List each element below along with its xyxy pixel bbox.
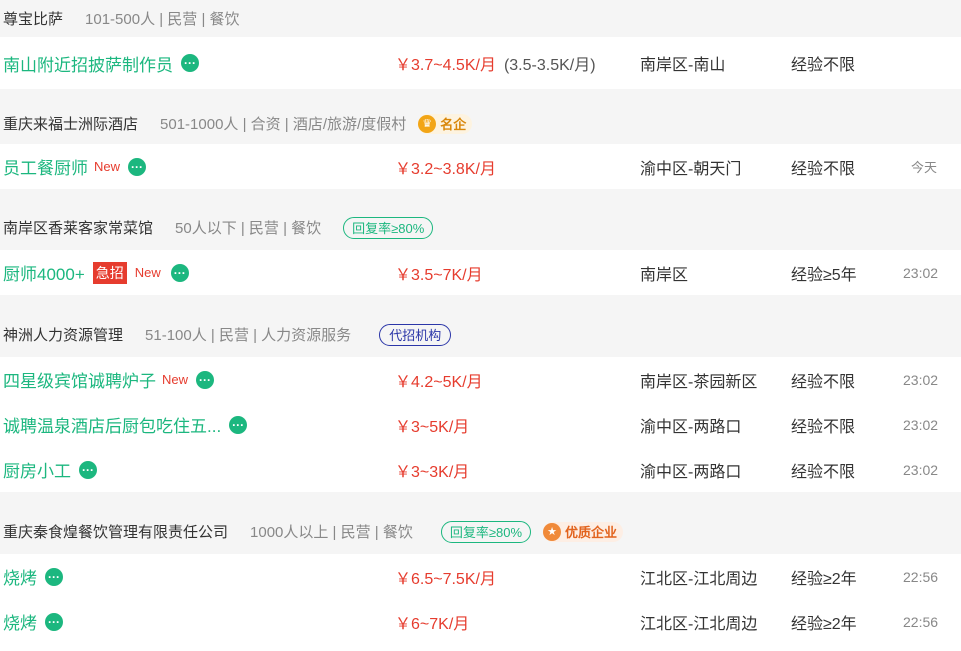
job-list: 尊宝比萨 101-500人 | 民营 | 餐饮 南山附近招披萨制作员 ··· ￥…	[0, 0, 961, 644]
quality-company-badge: ★ 优质企业	[543, 521, 624, 542]
divider	[0, 89, 961, 103]
company-info: 51-100人 | 民营 | 人力资源服务	[145, 327, 352, 344]
company-header: 南岸区香莱客家常菜馆 50人以下 | 民营 | 餐饮 回复率≥80%	[0, 205, 961, 250]
job-salary: ￥3~5K/月	[395, 418, 470, 436]
job-title[interactable]: 南山附近招披萨制作员	[3, 51, 173, 76]
job-row[interactable]: 厨师4000+ 急招 New ··· ￥3.5~7K/月 南岸区 经验≥5年 2…	[0, 250, 961, 295]
divider	[0, 492, 961, 509]
divider	[0, 295, 961, 312]
job-row[interactable]: 厨房小工 ··· ￥3~3K/月 渝中区-两路口 经验不限 23:02	[0, 447, 961, 492]
company-name[interactable]: 重庆秦食煌餐饮管理有限责任公司	[3, 521, 228, 542]
job-area: 渝中区-朝天门	[640, 160, 742, 178]
job-title[interactable]: 四星级宾馆诚聘炉子	[3, 367, 156, 392]
job-row[interactable]: 员工餐厨师 New ··· ￥3.2~3.8K/月 渝中区-朝天门 经验不限 今…	[0, 144, 961, 189]
chat-icon[interactable]: ···	[79, 460, 97, 479]
job-title[interactable]: 烧烤	[3, 564, 37, 589]
job-time: 22:56	[903, 568, 939, 585]
chat-icon[interactable]: ···	[196, 370, 215, 389]
agency-badge: 代招机构	[379, 323, 452, 346]
job-experience: 经验≥2年	[791, 615, 857, 633]
chat-icon[interactable]: ···	[181, 54, 199, 72]
chat-icon[interactable]: ···	[170, 263, 189, 282]
new-tag: New	[134, 265, 161, 280]
job-area: 南岸区-南山	[640, 57, 726, 74]
job-area: 渝中区-两路口	[640, 418, 742, 436]
job-salary: ￥6.5~7.5K/月	[395, 570, 496, 588]
new-tag: New	[94, 159, 121, 174]
job-experience: 经验≥5年	[791, 266, 857, 284]
job-salary: ￥4.2~5K/月	[395, 373, 483, 391]
job-area: 渝中区-两路口	[640, 463, 742, 481]
job-row[interactable]: 烧烤 ··· ￥6~7K/月 江北区-江北周边 经验≥2年 22:56	[0, 599, 961, 644]
reply-rate-badge: 回复率≥80%	[440, 520, 532, 543]
job-experience: 经验不限	[791, 160, 856, 178]
job-row[interactable]: 四星级宾馆诚聘炉子 New ··· ￥4.2~5K/月 南岸区-茶园新区 经验不…	[0, 357, 961, 402]
company-header: 重庆秦食煌餐饮管理有限责任公司 1000人以上 | 民营 | 餐饮 回复率≥80…	[0, 509, 961, 554]
company-name[interactable]: 南岸区香莱客家常菜馆	[3, 217, 153, 238]
job-experience: 经验不限	[791, 463, 856, 481]
chat-icon[interactable]: ···	[229, 415, 248, 434]
job-time: 22:56	[903, 613, 939, 630]
chat-icon[interactable]: ···	[128, 157, 147, 176]
job-row[interactable]: 诚聘温泉酒店后厨包吃住五... ··· ￥3~5K/月 渝中区-两路口 经验不限…	[0, 402, 961, 447]
company-header: 神洲人力资源管理 51-100人 | 民营 | 人力资源服务 代招机构	[0, 312, 961, 357]
job-experience: 经验不限	[791, 57, 856, 74]
job-salary: ￥3.5~7K/月	[395, 266, 483, 284]
famous-company-badge: ♛ 名企	[418, 113, 473, 134]
reply-rate-badge: 回复率≥80%	[343, 216, 434, 239]
urgent-tag: 急招	[92, 261, 127, 284]
job-salary: ￥3.2~3.8K/月	[395, 160, 496, 178]
job-time: 今天	[911, 160, 938, 175]
job-title[interactable]: 厨师4000+	[3, 260, 85, 285]
company-name[interactable]: 神洲人力资源管理	[3, 324, 123, 345]
company-header: 尊宝比萨 101-500人 | 民营 | 餐饮	[0, 0, 961, 37]
chat-icon[interactable]: ···	[45, 567, 63, 586]
job-experience: 经验≥2年	[791, 570, 857, 588]
job-area: 江北区-江北周边	[640, 615, 758, 633]
job-salary: ￥6~7K/月	[395, 615, 470, 633]
company-info: 50人以下 | 民营 | 餐饮	[175, 220, 322, 237]
job-time: 23:02	[903, 371, 939, 388]
job-title[interactable]: 员工餐厨师	[3, 154, 88, 179]
chat-icon[interactable]: ···	[45, 612, 63, 631]
new-tag: New	[162, 372, 189, 387]
salary-extra: (3.5-3.5K/月)	[503, 57, 596, 74]
star-icon: ★	[543, 522, 562, 541]
job-title[interactable]: 诚聘温泉酒店后厨包吃住五...	[3, 412, 221, 437]
company-info: 501-1000人 | 合资 | 酒店/旅游/度假村	[160, 116, 407, 133]
crown-icon: ♛	[418, 114, 437, 133]
job-salary: ￥3.7~4.5K/月 (3.5-3.5K/月)	[395, 57, 596, 74]
job-time: 23:02	[903, 264, 939, 281]
company-info: 1000人以上 | 民营 | 餐饮	[250, 524, 413, 541]
job-salary: ￥3~3K/月	[395, 463, 470, 481]
company-name[interactable]: 尊宝比萨	[3, 8, 63, 29]
job-row[interactable]: 烧烤 ··· ￥6.5~7.5K/月 江北区-江北周边 经验≥2年 22:56	[0, 554, 961, 599]
job-title[interactable]: 烧烤	[3, 609, 37, 634]
job-time: 23:02	[903, 461, 939, 478]
job-area: 江北区-江北周边	[640, 570, 758, 588]
job-title[interactable]: 厨房小工	[3, 457, 71, 482]
job-area: 南岸区	[640, 266, 689, 284]
job-time: 23:02	[903, 416, 939, 433]
divider	[0, 189, 961, 205]
company-header: 重庆来福士洲际酒店 501-1000人 | 合资 | 酒店/旅游/度假村 ♛ 名企	[0, 103, 961, 144]
job-experience: 经验不限	[791, 373, 856, 391]
job-area: 南岸区-茶园新区	[640, 373, 758, 391]
company-name[interactable]: 重庆来福士洲际酒店	[3, 113, 138, 134]
job-row[interactable]: 南山附近招披萨制作员 ··· ￥3.7~4.5K/月 (3.5-3.5K/月) 南…	[0, 37, 961, 89]
job-experience: 经验不限	[791, 418, 856, 436]
company-info: 101-500人 | 民营 | 餐饮	[85, 11, 240, 28]
